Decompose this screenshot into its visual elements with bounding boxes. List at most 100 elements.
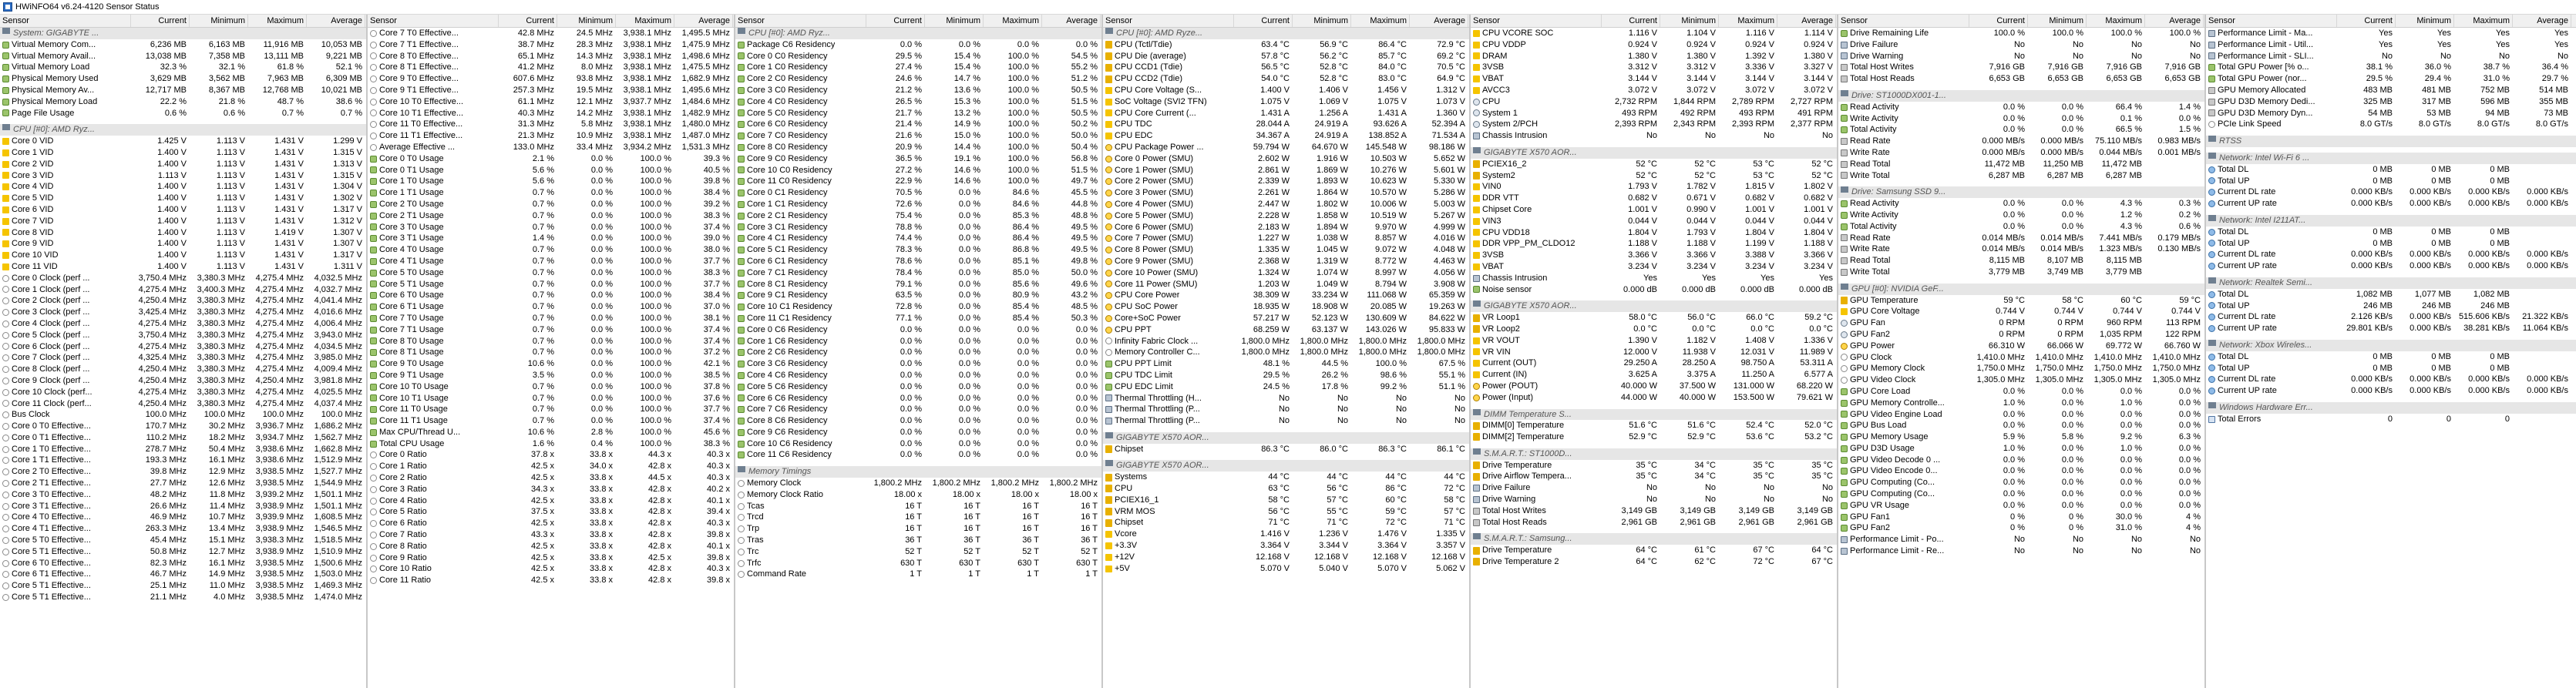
sensor-row[interactable]: Core 6 C6 Residency 0.0 % 0.0 % 0.0 % 0.0 % (735, 393, 1101, 404)
sensor-row[interactable]: Virtual Memory Com... 6,236 MB 6,163 MB 11,… (0, 39, 366, 51)
sensor-row[interactable]: VIN0 1.793 V 1.782 V 1.815 V 1.802 V (1471, 181, 1837, 193)
sensor-row[interactable]: Core 3 T0 Usage 0.7 % 0.0 % 100.0 % 37.4 % (368, 222, 734, 233)
sensor-row[interactable]: Tras 36 T 36 T 36 T 36 T (735, 535, 1101, 546)
sensor-row[interactable]: Core 10 Ratio 42.5 x 33.8 x 42.8 x 40.3 x (368, 563, 734, 575)
sensor-row[interactable]: Core 3 C0 Residency 21.2 % 13.6 % 100.0 % 50… (735, 85, 1101, 96)
sensor-row[interactable]: Write Rate 0.014 MB/s 0.014 MB/s 1.323 MB/s… (1838, 243, 2204, 255)
sensor-row[interactable]: CPU 2,732 RPM 1,844 RPM 2,789 RPM 2,727 RPM (1471, 96, 1837, 108)
column-header-minimum[interactable]: Minimum (557, 15, 616, 27)
sensor-row[interactable]: Current UP rate 0.000 KB/s 0.000 KB/s 0.000… (2206, 385, 2576, 397)
sensor-row[interactable]: System2 52 °C 52 °C 53 °C 52 °C (1471, 170, 1837, 182)
sensor-row[interactable]: Write Rate 0.000 MB/s 0.000 MB/s 0.044 MB/s… (1838, 147, 2204, 159)
sensor-row[interactable]: Core+SoC Power 57.217 W 52.123 W 130.609 W8… (1103, 313, 1469, 324)
sensor-row[interactable]: Read Rate 0.014 MB/s 0.014 MB/s 7.441 MB/s 0… (1838, 233, 2204, 244)
sensor-row[interactable]: CPU 63 °C 56 °C 86 °C 72 °C (1103, 483, 1469, 495)
sensor-row[interactable]: Performance Limit - SLI... No No No No (2206, 51, 2576, 62)
sensor-row[interactable]: Total Errors 0 0 0 (2206, 414, 2576, 425)
sensor-row[interactable]: Core 2 T1 Effective... 27.7 MHz 12.6 MHz 3,… (0, 478, 366, 489)
sensor-group-header[interactable]: Memory Timings (735, 466, 1101, 478)
sensor-row[interactable]: GPU Video Engine Load 0.0 % 0.0 % 0.0 % 0.0 … (1838, 409, 2204, 421)
sensor-row[interactable]: Core 1 T0 Usage 5.6 % 0.0 % 100.0 % 39.8 % (368, 176, 734, 187)
sensor-row[interactable]: Core 10 Clock (perf... 4,275.4 MHz 3,380.3… (0, 387, 366, 398)
sensor-row[interactable]: Total Host Reads 6,653 GB 6,653 GB 6,653 GB… (1838, 73, 2204, 85)
sensor-row[interactable]: GPU D3D Memory Dyn... 54 MB 53 MB 94 MB 73 M… (2206, 108, 2576, 119)
sensor-row[interactable]: 3VSB 3.312 V 3.312 V 3.336 V 3.327 V (1471, 62, 1837, 73)
sensor-row[interactable]: Core 10 C0 Residency 27.2 % 14.6 % 100.0 % 5… (735, 165, 1101, 176)
sensor-row[interactable]: Tcas 16 T 16 T 16 T 16 T (735, 501, 1101, 512)
sensor-row[interactable]: Core 3 Power (SMU) 2.261 W 1.864 W 10.570 W… (1103, 187, 1469, 199)
sensor-row[interactable]: CPU VCORE SOC 1.116 V 1.104 V 1.116 V 1.114 … (1471, 28, 1837, 39)
sensor-row[interactable]: Core 5 C1 Residency 78.3 % 0.0 % 86.8 % 49.5… (735, 244, 1101, 256)
sensor-panel[interactable]: Sensor Current Minimum Maximum Average Core 7… (368, 15, 735, 688)
sensor-row[interactable]: Core 6 Power (SMU) 2.183 W 1.894 W 9.970 W4… (1103, 222, 1469, 233)
column-header-maximum[interactable]: Maximum (2454, 15, 2513, 27)
sensor-row[interactable]: Core 7 T0 Effective... 42.8 MHz 24.5 MHz 3,… (368, 28, 734, 39)
sensor-row[interactable]: GPU Memory Clock 1,750.0 MHz 1,750.0 MHz 1,… (1838, 363, 2204, 374)
sensor-row[interactable]: Total UP 0 MB 0 MB 0 MB (2206, 176, 2576, 187)
sensor-panel[interactable]: Sensor Current Minimum Maximum Average System… (0, 15, 368, 688)
sensor-row[interactable]: Core 7 T1 Effective... 38.7 MHz 28.3 MHz 3,… (368, 39, 734, 51)
sensor-row[interactable]: Core 2 Power (SMU) 2.339 W 1.893 W 10.623 W… (1103, 176, 1469, 187)
sensor-row[interactable]: DIMM[2] Temperature 52.9 °C 52.9 °C 53.6 °C… (1471, 431, 1837, 443)
sensor-row[interactable]: Core 7 T1 Usage 0.7 % 0.0 % 100.0 % 37.4 % (368, 324, 734, 336)
sensor-row[interactable]: Core 11 C0 Residency 22.9 % 14.6 % 100.0 % 4… (735, 176, 1101, 187)
sensor-row[interactable]: Core 2 C6 Residency 0.0 % 0.0 % 0.0 % 0.0 % (735, 347, 1101, 358)
sensor-row[interactable]: Drive Airflow Tempera... 35 °C 34 °C 35 °C 3… (1471, 471, 1837, 482)
sensor-row[interactable]: Core 8 T0 Usage 0.7 % 0.0 % 100.0 % 37.4 % (368, 336, 734, 347)
sensor-row[interactable]: Core 9 C1 Residency 63.5 % 0.0 % 80.9 % 43.2… (735, 290, 1101, 301)
sensor-row[interactable]: Total GPU Power [% o... 38.1 % 36.0 % 38.7 … (2206, 62, 2576, 73)
sensor-row[interactable]: System 1 493 RPM 492 RPM 493 RPM 491 RPM (1471, 108, 1837, 119)
column-header-minimum[interactable]: Minimum (1293, 15, 1351, 27)
sensor-row[interactable]: Core 0 VID 1.425 V 1.113 V 1.431 V 1.299 V (0, 136, 366, 147)
sensor-row[interactable]: Core 4 C6 Residency 0.0 % 0.0 % 0.0 % 0.0 % (735, 370, 1101, 381)
sensor-row[interactable]: CPU Die (average) 57.8 °C 56.2 °C 85.7 °C 69… (1103, 51, 1469, 62)
sensor-group-header[interactable]: CPU [#0]: AMD Ryz... (735, 28, 1101, 39)
sensor-row[interactable]: GPU Fan2 0 % 0 % 31.0 % 4 % (1838, 522, 2204, 534)
sensor-row[interactable]: Core 8 Ratio 42.5 x 33.8 x 42.8 x 40.1 x (368, 541, 734, 552)
sensor-row[interactable]: Core 9 VID 1.400 V 1.113 V 1.431 V 1.307 V (0, 238, 366, 250)
sensor-row[interactable]: Power (POUT) 40.000 W 37.500 W 131.000 W 68.… (1471, 381, 1837, 392)
sensor-group-header[interactable]: Network: Intel Wi-Fi 6 ... (2206, 152, 2576, 164)
sensor-row[interactable]: DIMM[0] Temperature 51.6 °C 51.6 °C 52.4 °C… (1471, 420, 1837, 431)
sensor-row[interactable]: Core 8 T0 Effective... 65.1 MHz 14.3 MHz 3,… (368, 51, 734, 62)
sensor-row[interactable]: Core 8 Clock (perf ... 4,250.4 MHz 3,380.3… (0, 364, 366, 375)
sensor-row[interactable]: Core 8 T1 Usage 0.7 % 0.0 % 100.0 % 37.2 % (368, 347, 734, 358)
sensor-row[interactable]: GPU Power 66.310 W 66.066 W 69.772 W 66.760 … (1838, 341, 2204, 352)
sensor-row[interactable]: Core 7 T0 Usage 0.7 % 0.0 % 100.0 % 38.1 % (368, 313, 734, 324)
sensor-row[interactable]: Core 4 Power (SMU) 2.447 W 1.802 W 10.006 W… (1103, 199, 1469, 210)
sensor-row[interactable]: SoC Voltage (SVI2 TFN) 1.075 V 1.069 V 1.07… (1103, 96, 1469, 108)
sensor-row[interactable]: Current UP rate 0.000 KB/s 0.000 KB/s 0.000… (2206, 198, 2576, 210)
sensor-row[interactable]: Current (IN) 3.625 A 3.375 A 11.250 A 6.577 … (1471, 369, 1837, 381)
sensor-row[interactable]: Total DL 1,082 MB 1,077 MB 1,082 MB (2206, 289, 2576, 300)
sensor-row[interactable]: System 2/PCH 2,393 RPM 2,343 RPM 2,393 RPM 2… (1471, 119, 1837, 130)
sensor-group-header[interactable]: GIGABYTE X570 AOR... (1103, 431, 1469, 444)
sensor-row[interactable]: Core 5 T1 Usage 0.7 % 0.0 % 100.0 % 37.7 % (368, 279, 734, 290)
sensor-group-header[interactable]: Network: Xbox Wireles... (2206, 339, 2576, 351)
sensor-row[interactable]: Drive Failure No No No No (1471, 482, 1837, 494)
sensor-group-header[interactable]: Network: Realtek Semi... (2206, 277, 2576, 289)
sensor-row[interactable]: Drive Remaining Life 100.0 % 100.0 % 100.0 … (1838, 28, 2204, 39)
sensor-row[interactable]: Current UP rate 0.000 KB/s 0.000 KB/s 0.000… (2206, 260, 2576, 272)
sensor-row[interactable]: Write Total 3,779 MB 3,749 MB 3,779 MB (1838, 267, 2204, 278)
sensor-row[interactable]: Core 5 T0 Usage 0.7 % 0.0 % 100.0 % 38.3 % (368, 267, 734, 279)
sensor-row[interactable]: Performance Limit - Util... Yes Yes Yes Yes (2206, 39, 2576, 51)
sensor-row[interactable]: Core 10 T0 Usage 0.7 % 0.0 % 100.0 % 37.8 % (368, 381, 734, 393)
sensor-row[interactable]: Total Activity 0.0 % 0.0 % 66.5 % 1.5 % (1838, 124, 2204, 136)
column-header-average[interactable]: Average (1042, 15, 1101, 27)
sensor-row[interactable]: Core 2 T0 Effective... 39.8 MHz 12.9 MHz 3,… (0, 466, 366, 478)
sensor-row[interactable]: Current DL rate 2.126 KB/s 0.000 KB/s 515.6… (2206, 311, 2576, 323)
sensor-row[interactable]: Core 11 Ratio 42.5 x 33.8 x 42.8 x 39.8 x (368, 575, 734, 586)
sensor-row[interactable]: Core 10 Power (SMU) 1.324 W 1.074 W 8.997 W… (1103, 267, 1469, 279)
sensor-row[interactable]: Core 5 C0 Residency 21.7 % 13.2 % 100.0 % 50… (735, 108, 1101, 119)
sensor-row[interactable]: Chassis Intrusion Yes Yes Yes Yes (1471, 273, 1837, 284)
sensor-row[interactable]: Core 7 C6 Residency 0.0 % 0.0 % 0.0 % 0.0 % (735, 404, 1101, 415)
sensor-row[interactable]: Core 8 C1 Residency 79.1 % 0.0 % 85.6 % 49.6… (735, 279, 1101, 290)
sensor-row[interactable]: Performance Limit - Po... No No No No (1838, 534, 2204, 545)
sensor-row[interactable]: Read Activity 0.0 % 0.0 % 66.4 % 1.4 % (1838, 102, 2204, 113)
column-header-minimum[interactable]: Minimum (190, 15, 248, 27)
sensor-row[interactable]: Read Total 8,115 MB 8,107 MB 8,115 MB (1838, 255, 2204, 267)
column-header-maximum[interactable]: Maximum (616, 15, 674, 27)
sensor-row[interactable]: Current UP rate 29.801 KB/s 0.000 KB/s 38.2… (2206, 323, 2576, 334)
sensor-row[interactable]: Core 0 Power (SMU) 2.602 W 1.916 W 10.503 W… (1103, 153, 1469, 165)
sensor-row[interactable]: CPU CCD1 (Tdie) 56.5 °C 52.8 °C 84.0 °C 70.5… (1103, 62, 1469, 73)
